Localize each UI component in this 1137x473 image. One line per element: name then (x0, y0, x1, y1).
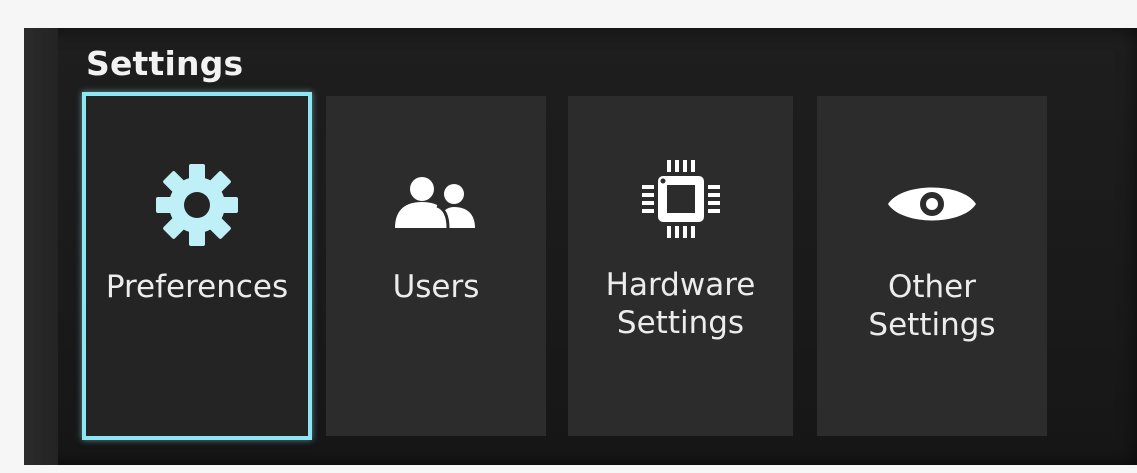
tile-label-preferences: Preferences (105, 269, 289, 305)
tile-preferences[interactable]: Preferences (82, 92, 312, 440)
tile-users[interactable]: Users (326, 96, 546, 436)
photo-frame: Settings Preferences Users Hardware Sett… (0, 0, 1137, 473)
eye-icon (886, 178, 978, 235)
page-title: Settings (86, 44, 244, 83)
tile-hardware-settings[interactable]: Hardware Settings (568, 96, 793, 436)
tile-other-settings[interactable]: Other Settings (817, 96, 1047, 436)
chip-icon (636, 154, 726, 249)
users-icon (391, 174, 481, 235)
screen-left-edge (24, 28, 58, 465)
tile-label-other-settings: Other Settings (868, 269, 996, 343)
gear-icon (152, 160, 242, 255)
tile-label-users: Users (392, 269, 480, 305)
tile-label-hardware-settings: Hardware Settings (605, 267, 756, 341)
